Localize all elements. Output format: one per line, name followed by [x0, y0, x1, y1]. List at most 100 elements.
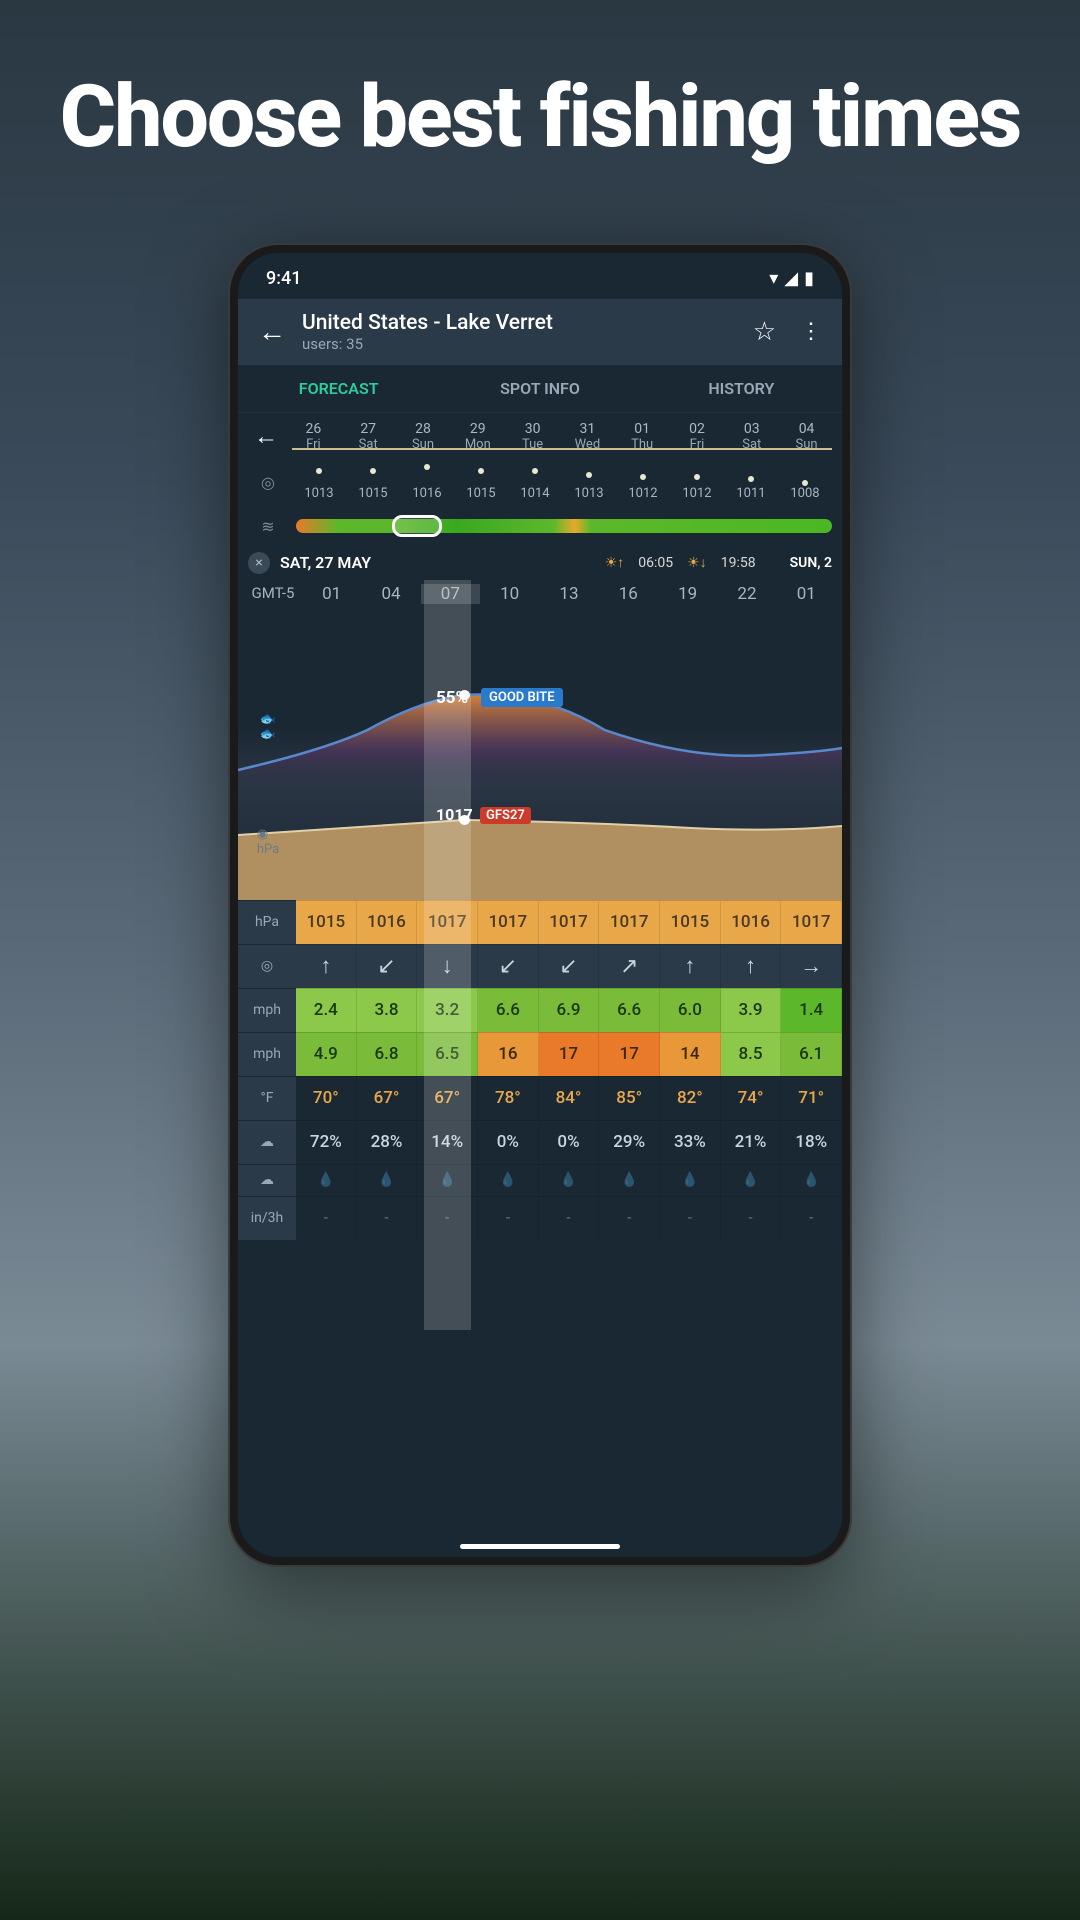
hour-cell[interactable]: 19	[658, 584, 717, 604]
row-temp: °F 70° 67° 67° 78° 84° 85° 82° 74° 71°	[238, 1076, 842, 1120]
dir-cell: →	[781, 944, 842, 988]
wind-icon: ≋	[261, 517, 274, 536]
hour-cell[interactable]: 01	[302, 584, 361, 604]
hpa-cell: 1017	[599, 900, 660, 944]
row-label: hPa	[238, 900, 296, 944]
wind-cell: 6.9	[539, 988, 600, 1032]
row-label: mph	[238, 1032, 296, 1076]
dir-cell: ↓	[417, 944, 478, 988]
precip-cell: -	[781, 1196, 842, 1240]
more-icon[interactable]: ⋮	[800, 319, 822, 344]
cloud-cell: 29%	[599, 1120, 660, 1164]
phone-frame: 9:41 ▾ ◢ ▮ ← United States - Lake Verret…	[230, 245, 850, 1565]
back-button[interactable]: ←	[258, 315, 286, 348]
cloud-cell: 18%	[781, 1120, 842, 1164]
dir-cell: ↑	[721, 944, 782, 988]
hpa-cell: 1017	[539, 900, 600, 944]
tabs: FORECAST SPOT INFO HISTORY	[238, 365, 842, 413]
drop-icon: 💧	[721, 1164, 782, 1196]
gust-cell: 17	[539, 1032, 600, 1076]
sunrise-time: 06:05	[638, 555, 673, 571]
row-cloud: ☁ 72% 28% 14% 0% 0% 29% 33% 21% 18%	[238, 1120, 842, 1164]
selected-date: SAT, 27 MAY	[280, 553, 371, 572]
tab-spot-info[interactable]: SPOT INFO	[439, 365, 640, 412]
dir-cell: ↙	[478, 944, 539, 988]
drop-icon: 💧	[539, 1164, 600, 1196]
temp-cell: 85°	[599, 1076, 660, 1120]
wind-cell: 2.4	[296, 988, 357, 1032]
status-bar: 9:41 ▾ ◢ ▮	[238, 259, 842, 299]
hpa-cell: 1017	[478, 900, 539, 944]
row-gust: mph 4.9 6.8 6.5 16 17 17 14 8.5 6.1	[238, 1032, 842, 1076]
bite-curve	[238, 610, 842, 900]
dir-cell: ↗	[599, 944, 660, 988]
tab-history[interactable]: HISTORY	[641, 365, 842, 412]
sunset-time: 19:58	[721, 555, 756, 571]
forecast-chart[interactable]: 🐟🐟 ◉hPa 55% GOOD BITE	[238, 610, 842, 900]
close-date-button[interactable]: ×	[248, 552, 270, 574]
wind-cell: 3.9	[721, 988, 782, 1032]
drop-icon: 💧	[417, 1164, 478, 1196]
cloud-cell: 28%	[357, 1120, 418, 1164]
bite-percent: 55%	[436, 688, 468, 708]
row-wind: mph 2.4 3.8 3.2 6.6 6.9 6.6 6.0 3.9 1.4	[238, 988, 842, 1032]
wind-bar[interactable]	[296, 519, 832, 533]
next-date: SUN, 2	[790, 555, 832, 571]
pressure-value: 1017	[436, 805, 473, 824]
drop-icon: 💧	[296, 1164, 357, 1196]
dir-cell: ↙	[357, 944, 418, 988]
gust-cell: 17	[599, 1032, 660, 1076]
gust-cell: 6.8	[357, 1032, 418, 1076]
wind-cell: 6.0	[660, 988, 721, 1032]
drop-icon: 💧	[478, 1164, 539, 1196]
hour-cell[interactable]: 04	[361, 584, 420, 604]
gust-cell: 6.5	[417, 1032, 478, 1076]
row-label: mph	[238, 988, 296, 1032]
home-indicator[interactable]	[460, 1544, 620, 1549]
hour-cell[interactable]: 10	[480, 584, 539, 604]
dir-cell: ↙	[539, 944, 600, 988]
battery-icon: ▮	[804, 268, 814, 289]
hour-cell[interactable]: 01	[777, 584, 836, 604]
hpa-cell: 1017	[781, 900, 842, 944]
pressure-sparkline: ◎ 1013 1015 1016 1015 1014 1013 1012 101…	[238, 460, 842, 509]
cloud-cell: 72%	[296, 1120, 357, 1164]
gust-cell: 16	[478, 1032, 539, 1076]
wind-timeline[interactable]: ≋	[238, 509, 842, 544]
star-icon[interactable]: ☆	[753, 317, 776, 347]
webcam-icon: ◎	[261, 473, 275, 492]
app-header: ← United States - Lake Verret users: 35 …	[238, 299, 842, 365]
tab-forecast[interactable]: FORECAST	[238, 365, 439, 412]
date-bar: × SAT, 27 MAY ☀↑ 06:05 ☀↓ 19:58 SUN, 2	[238, 544, 842, 578]
phone-screen: 9:41 ▾ ◢ ▮ ← United States - Lake Verret…	[238, 253, 842, 1557]
hour-cell[interactable]: 22	[717, 584, 776, 604]
temp-cell: 70°	[296, 1076, 357, 1120]
drop-icon: 💧	[599, 1164, 660, 1196]
hour-row[interactable]: GMT-5 01 04 07 10 13 16 19 22 01	[238, 578, 842, 610]
time-slider[interactable]	[392, 515, 442, 537]
row-wind-dir: ◎ ↑ ↙ ↓ ↙ ↙ ↗ ↑ ↑ →	[238, 944, 842, 988]
day-prev-button[interactable]: ←	[248, 422, 284, 451]
precip-cell: -	[417, 1196, 478, 1240]
hour-cell[interactable]: 16	[599, 584, 658, 604]
row-precip-icons: ☁ 💧 💧 💧 💧 💧 💧 💧 💧 💧	[238, 1164, 842, 1196]
temp-cell: 84°	[539, 1076, 600, 1120]
temp-cell: 78°	[478, 1076, 539, 1120]
location-title: United States - Lake Verret	[302, 311, 737, 335]
temp-cell: 67°	[357, 1076, 418, 1120]
temp-cell: 67°	[417, 1076, 478, 1120]
temp-icon: °F	[238, 1076, 296, 1120]
row-hpa: hPa 1015 1016 1017 1017 1017 1017 1015 1…	[238, 900, 842, 944]
hour-cell[interactable]: 13	[539, 584, 598, 604]
wind-cell: 1.4	[781, 988, 842, 1032]
hour-cell[interactable]: 07	[421, 584, 480, 604]
hpa-cell: 1017	[417, 900, 478, 944]
precip-cell: -	[599, 1196, 660, 1240]
signal-icon: ◢	[784, 268, 798, 289]
timezone-label: GMT-5	[244, 584, 302, 604]
gust-cell: 4.9	[296, 1032, 357, 1076]
precip-cell: -	[721, 1196, 782, 1240]
day-selector[interactable]: ← 26Fri 27Sat 28Sun 29Mon 30Tue 31Wed 01…	[238, 413, 842, 460]
cloud-icon: ☁	[238, 1120, 296, 1164]
wind-cell: 6.6	[478, 988, 539, 1032]
